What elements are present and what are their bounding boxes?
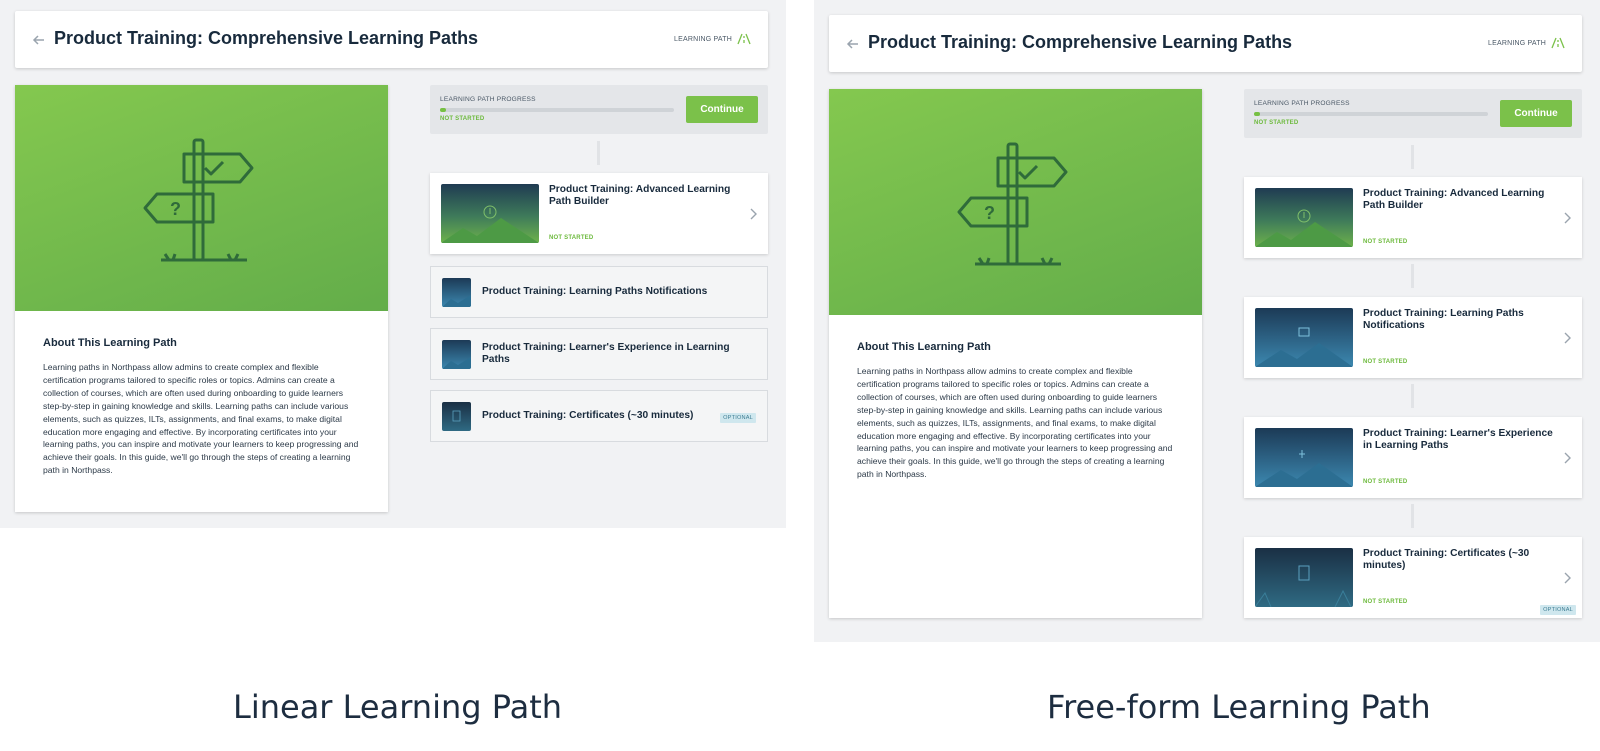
course-thumbnail	[441, 184, 539, 243]
course-thumbnail	[1255, 548, 1353, 607]
course-title: Product Training: Advanced Learning Path…	[1363, 188, 1545, 211]
page-title: Product Training: Comprehensive Learning…	[868, 32, 1293, 52]
about-title: About This Learning Path	[857, 341, 991, 353]
course-thumbnail	[442, 402, 471, 431]
hero-banner: ?	[829, 89, 1202, 315]
progress-status: NOT STARTED	[1254, 120, 1299, 126]
freeform-caption: Free-form Learning Path	[1047, 688, 1431, 726]
course-thumbnail	[442, 278, 471, 307]
page-header: Product Training: Comprehensive Learning…	[15, 11, 768, 68]
path-connector	[1411, 145, 1414, 169]
course-card[interactable]: Product Training: Advanced Learning Path…	[1244, 177, 1582, 258]
progress-bar	[440, 108, 674, 112]
course-card[interactable]: Product Training: Learner's Experience i…	[430, 328, 768, 380]
course-title: Product Training: Learning Paths Notific…	[1363, 308, 1524, 331]
back-arrow-icon[interactable]	[31, 32, 47, 48]
continue-button[interactable]: Continue	[686, 96, 758, 123]
progress-status: NOT STARTED	[440, 116, 485, 122]
progress-bar	[1254, 112, 1488, 116]
page-header: Product Training: Comprehensive Learning…	[829, 15, 1582, 72]
optional-badge: OPTIONAL	[720, 413, 756, 423]
progress-panel: LEARNING PATH PROGRESS NOT STARTED Conti…	[1244, 89, 1582, 138]
course-thumbnail	[1255, 308, 1353, 367]
path-connector	[1411, 504, 1414, 528]
path-connector	[1411, 264, 1414, 288]
course-status: NOT STARTED	[1363, 479, 1408, 485]
course-card[interactable]: Product Training: Advanced Learning Path…	[430, 173, 768, 254]
course-title: Product Training: Certificates (~30 minu…	[1363, 548, 1530, 571]
course-title: Product Training: Certificates (~30 minu…	[482, 410, 694, 421]
chevron-right-icon	[1564, 212, 1571, 224]
path-road-icon	[1551, 37, 1565, 49]
svg-text:?: ?	[170, 199, 181, 219]
freeform-learning-path-panel: Product Training: Comprehensive Learning…	[814, 0, 1600, 642]
chevron-right-icon	[750, 208, 757, 220]
learning-path-tag-label: LEARNING PATH	[1488, 39, 1546, 47]
page-title: Product Training: Comprehensive Learning…	[54, 28, 479, 48]
course-status: NOT STARTED	[1363, 359, 1408, 365]
course-title: Product Training: Advanced Learning Path…	[549, 184, 731, 207]
course-card[interactable]: Product Training: Learner's Experience i…	[1244, 417, 1582, 498]
course-card[interactable]: Product Training: Certificates (~30 minu…	[1244, 537, 1582, 618]
signpost-icon: ?	[143, 138, 254, 262]
progress-panel: LEARNING PATH PROGRESS NOT STARTED Conti…	[430, 85, 768, 134]
learning-path-tag: LEARNING PATH	[1488, 37, 1565, 49]
progress-bar-fill	[440, 108, 446, 112]
optional-badge: OPTIONAL	[1540, 605, 1576, 615]
course-status: NOT STARTED	[1363, 599, 1408, 605]
linear-caption: Linear Learning Path	[233, 688, 563, 726]
course-status: NOT STARTED	[1363, 239, 1408, 245]
path-road-icon	[737, 33, 751, 45]
about-text: Learning paths in Northpass allow admins…	[43, 362, 359, 476]
back-arrow-icon[interactable]	[845, 36, 861, 52]
chevron-right-icon	[1564, 332, 1571, 344]
course-thumbnail	[1255, 428, 1353, 487]
linear-learning-path-panel: Product Training: Comprehensive Learning…	[0, 0, 786, 528]
chevron-right-icon	[1564, 452, 1571, 464]
progress-label: LEARNING PATH PROGRESS	[440, 96, 536, 103]
course-title: Product Training: Learner's Experience i…	[1363, 428, 1553, 451]
learning-path-overview-card: ? About This Learning Path Learning path…	[15, 85, 388, 512]
learning-path-overview-card: ? About This Learning Path Learning path…	[829, 89, 1202, 618]
course-status: NOT STARTED	[549, 235, 594, 241]
chevron-right-icon	[1564, 572, 1571, 584]
about-text: Learning paths in Northpass allow admins…	[857, 366, 1173, 480]
path-connector	[597, 141, 600, 165]
progress-label: LEARNING PATH PROGRESS	[1254, 100, 1350, 107]
course-title: Product Training: Learning Paths Notific…	[482, 286, 708, 297]
signpost-icon: ?	[957, 142, 1068, 266]
course-title: Product Training: Learner's Experience i…	[482, 342, 730, 365]
course-card[interactable]: Product Training: Certificates (~30 minu…	[430, 390, 768, 442]
progress-bar-fill	[1254, 112, 1260, 116]
svg-text:?: ?	[984, 203, 995, 223]
course-thumbnail	[442, 340, 471, 369]
course-card[interactable]: Product Training: Learning Paths Notific…	[1244, 297, 1582, 378]
learning-path-tag: LEARNING PATH	[674, 33, 751, 45]
course-card[interactable]: Product Training: Learning Paths Notific…	[430, 266, 768, 318]
about-title: About This Learning Path	[43, 337, 177, 349]
continue-button[interactable]: Continue	[1500, 100, 1572, 127]
course-thumbnail	[1255, 188, 1353, 247]
learning-path-tag-label: LEARNING PATH	[674, 35, 732, 43]
path-connector	[1411, 384, 1414, 408]
hero-banner: ?	[15, 85, 388, 311]
